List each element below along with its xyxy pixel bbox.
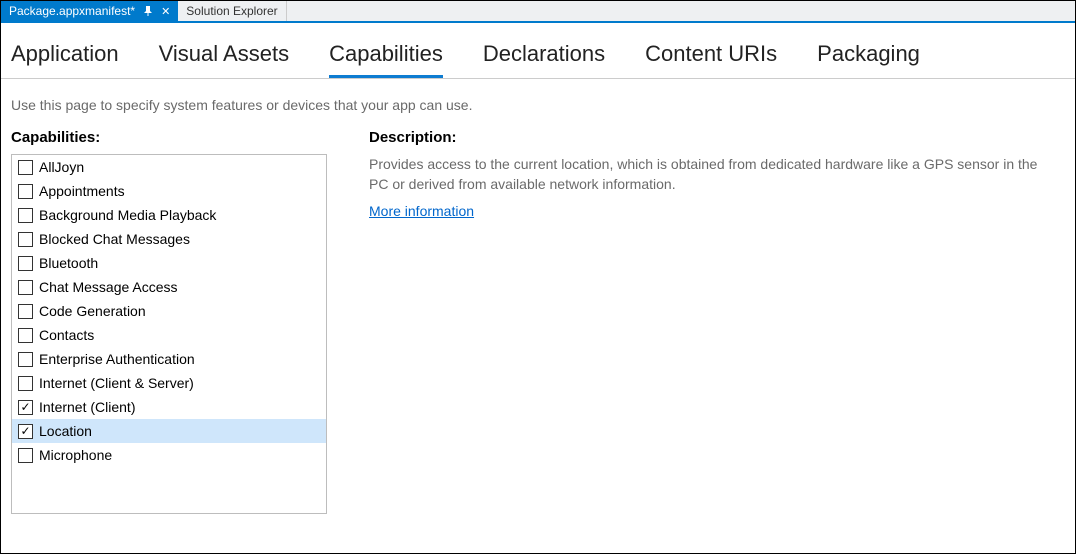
capability-checkbox[interactable] [18,304,33,319]
capability-checkbox[interactable] [18,328,33,343]
capability-item[interactable]: Blocked Chat Messages [12,227,326,251]
capability-item[interactable]: Bluetooth [12,251,326,275]
capability-label: Code Generation [39,303,146,319]
capability-checkbox[interactable] [18,448,33,463]
capabilities-heading: Capabilities: [11,129,327,146]
capability-checkbox[interactable] [18,160,33,175]
document-tab-label: Package.appxmanifest* [9,4,135,18]
close-icon[interactable]: ✕ [161,5,170,18]
pin-icon[interactable] [143,6,153,16]
capability-item[interactable]: Chat Message Access [12,275,326,299]
tab-application[interactable]: Application [11,41,119,78]
capability-item[interactable]: ✓ Internet (Client) [12,395,326,419]
capability-item[interactable]: Internet (Client & Server) [12,371,326,395]
page-help-text: Use this page to specify system features… [1,79,1075,129]
capability-checkbox[interactable] [18,256,33,271]
capability-label: Blocked Chat Messages [39,231,190,247]
more-information-link[interactable]: More information [369,203,474,219]
capability-item[interactable]: Code Generation [12,299,326,323]
capability-label: Bluetooth [39,255,98,271]
capability-item[interactable]: Microphone [12,443,326,467]
document-tab-inactive[interactable]: Solution Explorer [178,1,286,21]
capability-checkbox[interactable] [18,352,33,367]
capability-item[interactable]: Contacts [12,323,326,347]
capability-checkbox[interactable]: ✓ [18,424,33,439]
document-tab-label: Solution Explorer [186,4,277,18]
capability-checkbox[interactable] [18,280,33,295]
capability-label: Enterprise Authentication [39,351,195,367]
tab-content-uris[interactable]: Content URIs [645,41,777,78]
capability-item[interactable]: AllJoyn [12,155,326,179]
capability-label: Background Media Playback [39,207,216,223]
tab-packaging[interactable]: Packaging [817,41,920,78]
capability-item[interactable]: Enterprise Authentication [12,347,326,371]
tab-declarations[interactable]: Declarations [483,41,605,78]
description-heading: Description: [369,129,1055,146]
capability-label: Internet (Client & Server) [39,375,194,391]
capability-checkbox[interactable] [18,184,33,199]
capability-label: Chat Message Access [39,279,178,295]
capability-label: Appointments [39,183,125,199]
capability-label: Microphone [39,447,112,463]
capability-checkbox[interactable] [18,376,33,391]
capability-checkbox[interactable]: ✓ [18,400,33,415]
capability-item[interactable]: ✓ Location [12,419,326,443]
tab-capabilities[interactable]: Capabilities [329,41,443,78]
description-text: Provides access to the current location,… [369,154,1055,195]
capability-label: AllJoyn [39,159,84,175]
capability-label: Internet (Client) [39,399,135,415]
capability-label: Location [39,423,92,439]
capability-checkbox[interactable] [18,232,33,247]
capability-label: Contacts [39,327,94,343]
document-tab-active[interactable]: Package.appxmanifest* ✕ [1,1,178,21]
capability-item[interactable]: Background Media Playback [12,203,326,227]
manifest-tab-bar: Application Visual Assets Capabilities Decl… [1,23,1075,79]
document-tabstrip: Package.appxmanifest* ✕ Solution Explore… [1,1,1075,23]
tab-visual-assets[interactable]: Visual Assets [159,41,289,78]
capability-checkbox[interactable] [18,208,33,223]
capabilities-listbox[interactable]: AllJoyn Appointments Background Media Play… [11,154,327,514]
capability-item[interactable]: Appointments [12,179,326,203]
